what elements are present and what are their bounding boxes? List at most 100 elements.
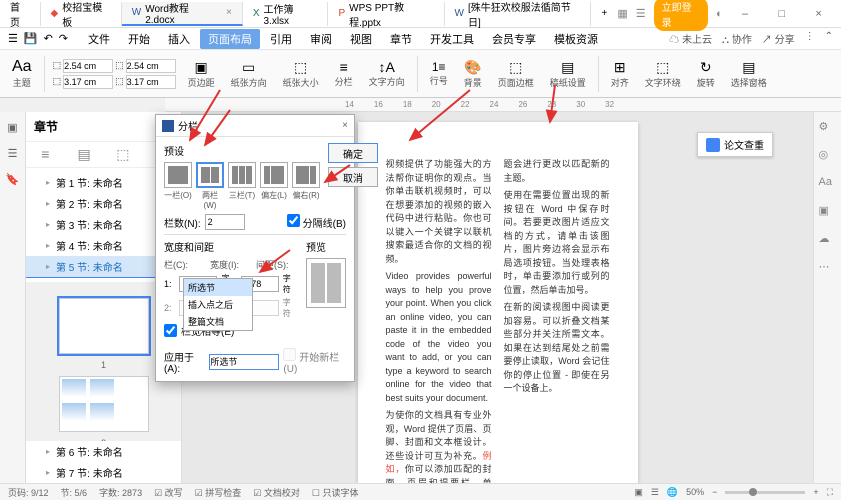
ribbon-size[interactable]: ⬚纸张大小 [279,57,323,91]
sidebar-nav-icon[interactable]: ▣ [4,118,22,136]
separator-checkbox[interactable] [287,214,300,227]
ribbon-pageborder[interactable]: ⬚页面边框 [494,57,538,91]
ribbon-theme[interactable]: Aa主题 [8,56,36,91]
status-revise[interactable]: ☑ 改写 [154,486,183,499]
ribbon-rotate[interactable]: ↻旋转 [693,57,719,91]
rt-settings-icon[interactable]: ⚙ [819,120,837,138]
save-icon[interactable]: 💾 [24,32,38,45]
menu-insert[interactable]: 插入 [160,29,198,49]
maximize-button[interactable]: □ [767,8,796,20]
tab-template[interactable]: ◆校招宝模板 [41,2,122,26]
fullscreen-icon[interactable]: ⛶ [827,487,833,498]
ribbon-orientation[interactable]: ▭纸张方向 [227,57,271,91]
share-button[interactable]: ↗ 分享 [762,31,795,46]
menu-pagelayout[interactable]: 页面布局 [200,29,260,49]
rt-select-icon[interactable]: ▣ [819,204,837,222]
dialog-ok-button[interactable]: 确定 [328,143,378,163]
close-icon[interactable]: × [226,7,232,18]
cloud-status[interactable]: ☁ 未上云 [669,31,712,46]
apply-option-section[interactable]: 所选节 [184,279,252,296]
ribbon-columns[interactable]: ≡分栏 [331,57,357,90]
sidebar-outline-icon[interactable]: ☰ [4,144,22,162]
zoom-out-icon[interactable]: − [712,487,717,497]
margin-left-input[interactable] [63,75,113,89]
tab-doc2[interactable]: W[殊牛狂欢校服法循简节日] [445,2,592,26]
dialog-cancel-button[interactable]: 取消 [328,167,378,187]
paper-check-callout[interactable]: 论文查重 [697,132,773,157]
nav-tab-outline[interactable]: ≡ [26,142,65,167]
menu-collapse-icon[interactable]: ⌃ [825,31,833,46]
preset-three-col[interactable] [228,162,256,188]
status-readonly[interactable]: ☐ 只读字体 [312,486,359,499]
view-outline-icon[interactable]: ☰ [651,487,659,498]
ribbon-background[interactable]: 🎨背景 [460,57,486,91]
nav-item-section6[interactable]: 第 6 节: 未命名 [26,441,181,462]
nav-item-section7[interactable]: 第 7 节: 未命名 [26,462,181,484]
rt-backup-icon[interactable]: ☁ [819,232,837,250]
redo-icon[interactable]: ↷ [59,32,68,45]
close-button[interactable]: × [804,8,833,20]
zoom-value[interactable]: 50% [686,487,704,497]
preset-one-col[interactable] [164,162,192,188]
menu-section[interactable]: 章节 [382,29,420,49]
rt-style-icon[interactable]: Aa [819,176,837,194]
preset-two-col[interactable] [196,162,224,188]
menu-file[interactable]: 文件 [80,29,118,49]
ribbon-paper[interactable]: ▤稿纸设置 [546,57,590,91]
menu-more-icon[interactable]: ⋮ [805,31,815,46]
collab-button[interactable]: ⛬ 协作 [722,31,752,46]
list-icon[interactable]: ☰ [636,7,646,20]
margin-right-input[interactable] [126,75,176,89]
nav-tab-bookmark[interactable]: ⬚ [104,142,143,167]
status-page[interactable]: 页码: 9/12 [8,486,49,499]
cols-count-input[interactable] [205,214,245,230]
status-wordcount[interactable]: 字数: 2873 [99,486,142,499]
theme-icon[interactable]: ◐ [716,8,723,20]
ribbon-align[interactable]: ⊞对齐 [607,57,633,91]
menu-templates[interactable]: 模板资源 [546,29,606,49]
dialog-titlebar[interactable]: 分栏 × [156,115,354,137]
dialog-close-icon[interactable]: × [342,120,348,131]
zoom-in-icon[interactable]: + [813,487,818,497]
grid-icon[interactable]: ▦ [617,7,627,20]
margin-bottom-input[interactable] [126,59,176,73]
tab-add[interactable]: + [591,2,617,26]
menu-member[interactable]: 会员专享 [484,29,544,49]
thumb-page-1[interactable] [59,298,149,354]
nav-tab-section[interactable]: ▤ [65,142,104,167]
zoom-slider[interactable] [725,491,805,494]
equal-width-checkbox[interactable] [164,324,177,337]
apply-option-whole[interactable]: 整篇文档 [184,313,252,330]
preset-left[interactable] [260,162,288,188]
ribbon-selectpane[interactable]: ▤选择窗格 [727,57,771,91]
minimize-button[interactable]: – [731,8,760,20]
menu-home[interactable]: 开始 [120,29,158,49]
ribbon-wrap[interactable]: ⬚文字环绕 [641,57,685,91]
margin-top-input[interactable] [63,59,113,73]
apply-option-after[interactable]: 插入点之后 [184,296,252,313]
tab-home[interactable]: 首页 [0,2,41,26]
apply-to-select[interactable] [209,354,279,370]
view-print-icon[interactable]: ▣ [634,487,643,498]
menu-devtools[interactable]: 开发工具 [422,29,482,49]
status-section[interactable]: 节: 5/6 [61,486,88,499]
sidebar-bookmark-icon[interactable]: 🔖 [4,170,22,188]
tab-ppt[interactable]: PWPS PPT教程.pptx [328,2,444,26]
thumb-page-2[interactable] [59,376,149,432]
status-proofread[interactable]: ☑ 文档校对 [253,486,300,499]
undo-icon[interactable]: ↶ [44,32,53,45]
menu-view[interactable]: 视图 [342,29,380,49]
menu-file-icon[interactable]: ☰ [8,32,18,45]
view-web-icon[interactable]: 🌐 [667,487,678,498]
tab-word-doc[interactable]: WWord教程2.docx× [122,2,243,26]
status-spellcheck[interactable]: ☑ 拼写检查 [195,486,242,499]
rt-help-icon[interactable]: ◎ [819,148,837,166]
menu-references[interactable]: 引用 [262,29,300,49]
preset-right[interactable] [292,162,320,188]
login-button[interactable]: 立即登录 [654,0,708,31]
rt-more-icon[interactable]: ⋯ [819,260,837,278]
ribbon-textdir[interactable]: ↕A文字方向 [365,57,409,90]
menu-review[interactable]: 审阅 [302,29,340,49]
ribbon-linenumber[interactable]: 1≡行号 [426,58,452,89]
ribbon-margins-btn[interactable]: ▣页边距 [184,57,219,91]
